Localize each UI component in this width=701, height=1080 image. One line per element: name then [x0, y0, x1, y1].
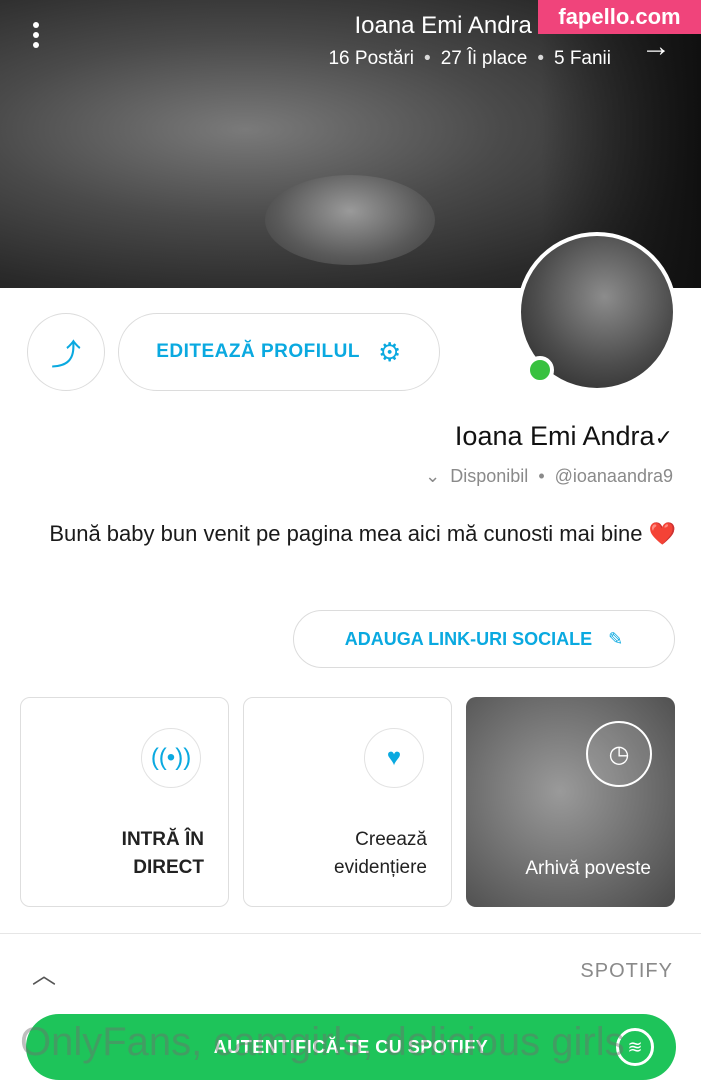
stat-fans: 5 Fanii — [553, 48, 611, 69]
spotify-section-title: SPOTIFY — [580, 960, 673, 982]
bio-text: Bună baby bun venit pe pagina mea aici m… — [49, 521, 643, 546]
stat-posts: 16 Postări — [328, 48, 415, 69]
separator-dot: • — [424, 48, 431, 69]
create-highlight-card[interactable]: ♥ Creează evidențiere — [243, 697, 452, 907]
share-button[interactable]: ⤴ — [27, 313, 105, 391]
cover-photo-detail — [265, 175, 435, 265]
story-archive-card[interactable]: ◷ Arhivă poveste — [466, 697, 675, 907]
create-highlight-line2: evidențiere — [334, 857, 427, 878]
heart-emoji: ❤️ — [648, 521, 676, 546]
go-live-card[interactable]: ((•)) INTRĂ ÎN DIRECT — [20, 697, 229, 907]
create-highlight-line1: Creează — [355, 829, 427, 850]
more-menu-button[interactable] — [26, 22, 46, 56]
share-icon: ⤴ — [51, 339, 81, 372]
header-stats: 16 Postări • 27 Îi place • 5 Fanii — [328, 48, 611, 70]
profile-subline: ⌄ Disponibil • @ioanaandra9 — [425, 466, 673, 487]
watermark: fapello.com — [538, 0, 701, 34]
profile-name-text: Ioana Emi Andra — [454, 421, 655, 451]
online-status-indicator — [526, 356, 554, 384]
profile-bio: Bună baby bun venit pe pagina mea aici m… — [26, 514, 676, 554]
bottom-watermark: OnlyFans, camgirls, delicious girls — [20, 1020, 625, 1064]
verified-icon: ✓ — [654, 425, 673, 450]
add-social-links-label: ADAUGA LINK-URI SOCIALE — [344, 628, 593, 649]
pencil-icon: ✎ — [608, 628, 624, 649]
separator-dot: • — [538, 466, 545, 486]
header-name-text: Ioana Emi Andra — [354, 12, 532, 39]
chevron-down-icon[interactable]: ⌄ — [425, 466, 440, 487]
chevron-up-icon[interactable]: ︿ — [32, 955, 56, 990]
section-divider — [0, 933, 701, 934]
clock-history-icon: ◷ — [586, 721, 652, 787]
go-live-label: INTRĂ ÎN DIRECT — [122, 826, 204, 882]
dot-icon — [33, 42, 39, 48]
back-arrow-icon[interactable]: → — [641, 30, 671, 64]
live-broadcast-icon: ((•)) — [141, 728, 201, 788]
go-live-label-line1: INTRĂ ÎN — [121, 829, 204, 850]
edit-profile-button[interactable]: EDITEAZĂ PROFILUL ⚙ — [118, 313, 440, 391]
add-social-links-button[interactable]: ADAUGA LINK-URI SOCIALE ✎ — [293, 610, 675, 668]
edit-profile-label: EDITEAZĂ PROFILUL — [156, 341, 360, 362]
gear-icon: ⚙ — [377, 336, 402, 367]
stat-likes: 27 Îi place — [440, 48, 528, 69]
dot-icon — [33, 32, 39, 38]
go-live-label-line2: DIRECT — [133, 857, 204, 878]
heart-circle-icon: ♥ — [364, 728, 424, 788]
profile-name: Ioana Emi Andra✓ — [455, 421, 673, 452]
story-archive-label: Arhivă poveste — [525, 858, 651, 879]
profile-handle: @ioanaandra9 — [554, 466, 673, 486]
separator-dot: • — [537, 48, 544, 69]
dot-icon — [33, 22, 39, 28]
create-highlight-label: Creează evidențiere — [334, 826, 427, 882]
header-name: Ioana Emi Andra✓ — [354, 12, 551, 40]
availability-status[interactable]: Disponibil — [450, 466, 528, 487]
